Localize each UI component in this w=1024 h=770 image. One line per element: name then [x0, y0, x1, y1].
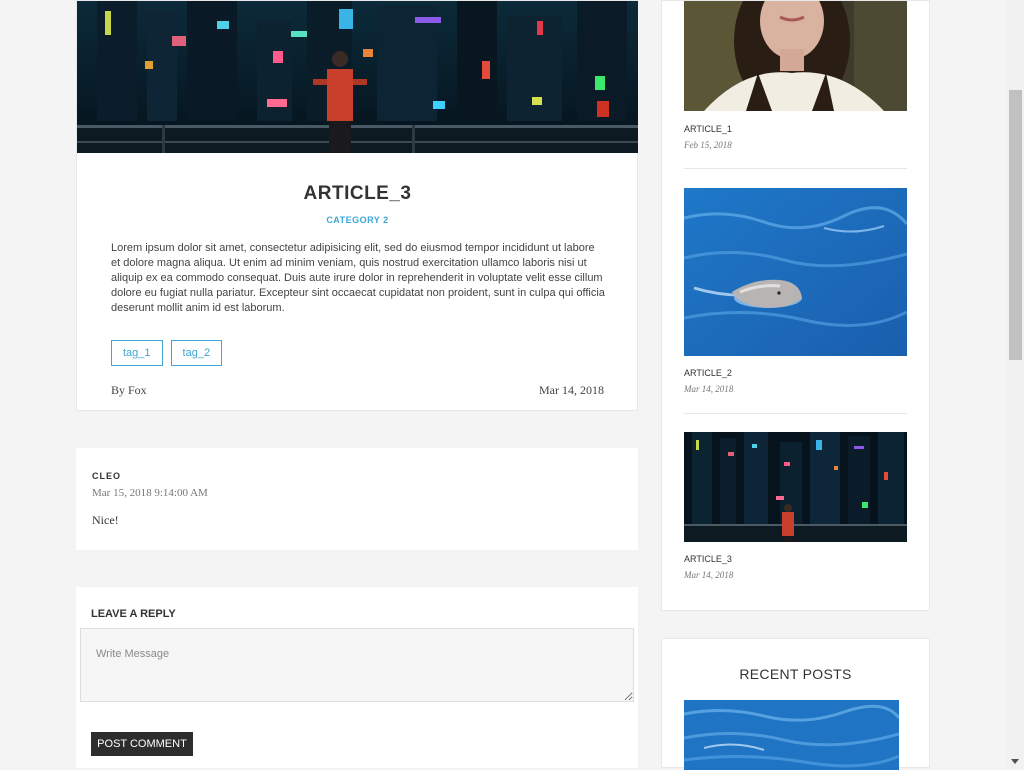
sidebar-item-title[interactable]: ARTICLE_1 — [684, 124, 732, 134]
sidebar-item-date: Mar 14, 2018 — [684, 384, 734, 394]
page-scrollbar[interactable] — [1007, 0, 1024, 768]
divider — [684, 413, 907, 414]
portrait-image — [684, 1, 907, 111]
recent-post-thumb[interactable] — [684, 700, 899, 770]
comment-text: Nice! — [92, 513, 119, 527]
divider — [684, 168, 907, 169]
article-category-link[interactable]: CATEGORY 2 — [77, 215, 638, 225]
tag-button[interactable]: tag_2 — [170, 340, 223, 366]
recent-posts-title: RECENT POSTS — [739, 666, 852, 682]
reply-form: LEAVE A REPLY POST COMMENT — [76, 587, 638, 768]
city-night-image — [77, 1, 638, 153]
sidebar-item-title[interactable]: ARTICLE_2 — [684, 368, 732, 378]
scroll-down-arrow-icon[interactable] — [1011, 759, 1019, 764]
sidebar-item-thumb[interactable] — [684, 188, 907, 356]
dolphin-image — [684, 700, 899, 770]
article-date: Mar 14, 2018 — [539, 383, 604, 397]
tag-button[interactable]: tag_1 — [111, 340, 163, 366]
article-hero-image — [77, 1, 638, 153]
article-author: By Fox — [111, 383, 147, 397]
article-title: ARTICLE_3 — [303, 183, 412, 204]
sidebar-item-thumb[interactable] — [684, 1, 907, 111]
reply-title: LEAVE A REPLY — [91, 608, 176, 620]
tag-list: tag_1 tag_2 — [111, 340, 223, 366]
sidebar-item-date: Mar 14, 2018 — [684, 570, 734, 580]
comment-author: CLEO — [92, 471, 122, 481]
sidebar-article-list: ARTICLE_1 Feb 15, 2018 ARTICLE_2 Mar 14,… — [661, 0, 930, 611]
sidebar-item-title[interactable]: ARTICLE_3 — [684, 554, 732, 564]
scrollbar-thumb[interactable] — [1009, 90, 1022, 360]
comment-timestamp: Mar 15, 2018 9:14:00 AM — [92, 487, 208, 499]
sidebar-item-thumb[interactable] — [684, 432, 907, 542]
city-night-image — [684, 432, 907, 542]
article-body: Lorem ipsum dolor sit amet, consectetur … — [111, 242, 605, 314]
dolphin-image — [684, 188, 907, 356]
message-textarea[interactable] — [80, 628, 634, 702]
article-card: ARTICLE_3 CATEGORY 2 Lorem ipsum dolor s… — [76, 0, 638, 411]
sidebar-item-date: Feb 15, 2018 — [684, 140, 732, 150]
comment-card: CLEO Mar 15, 2018 9:14:00 AM Nice! — [76, 448, 638, 550]
recent-posts-widget: RECENT POSTS — [661, 638, 930, 770]
post-comment-button[interactable]: POST COMMENT — [91, 732, 193, 756]
